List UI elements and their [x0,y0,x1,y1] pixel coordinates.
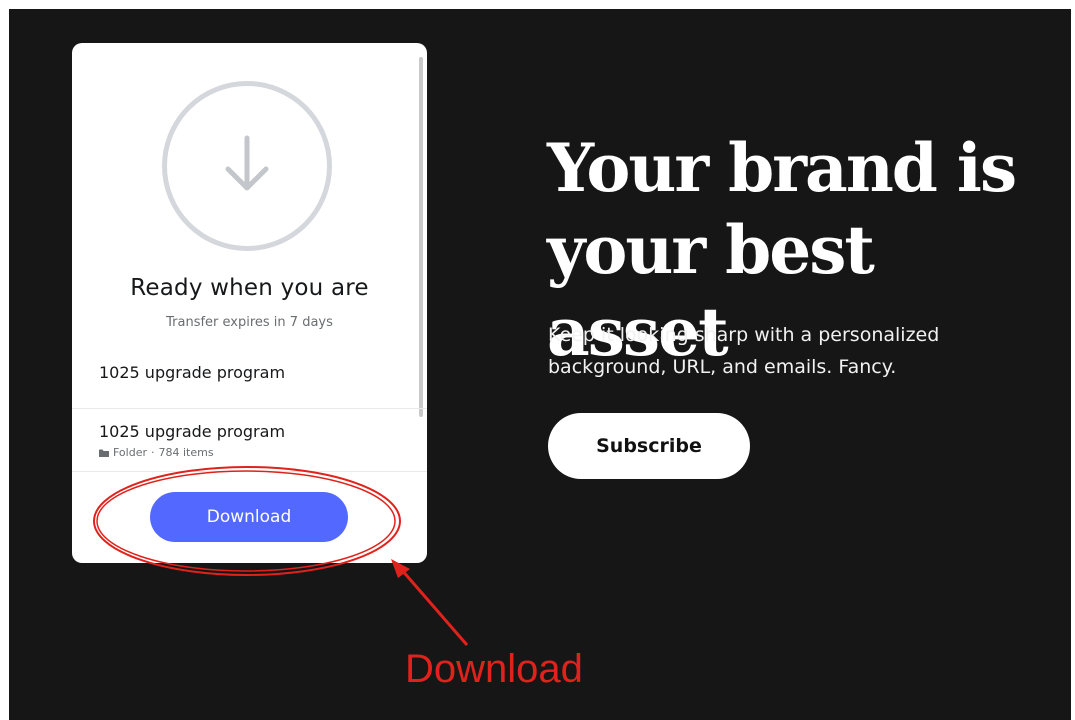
annotation-overlay [93,466,469,646]
annotation-arrow [399,568,469,646]
annotation-label: Download [405,647,583,691]
page-background: Ready when you are Transfer expires in 7… [9,9,1071,720]
annotation-ellipse [93,466,401,576]
